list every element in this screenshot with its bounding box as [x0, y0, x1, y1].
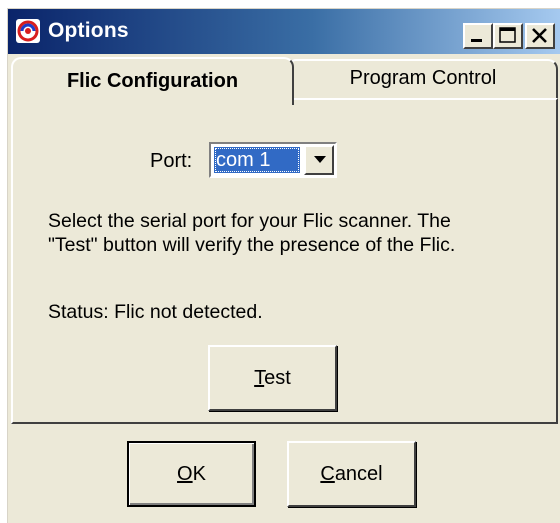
- port-description: Select the serial port for your Flic sca…: [48, 209, 548, 257]
- ok-button[interactable]: OK: [127, 441, 256, 507]
- maximize-icon: [499, 27, 516, 43]
- port-label: Port:: [150, 150, 193, 172]
- minimize-icon: [471, 39, 482, 42]
- options-dialog: Options Flic Configuration Program Contr…: [7, 8, 560, 523]
- button-label: ancel: [334, 463, 383, 485]
- app-swirl-icon: [16, 19, 40, 43]
- port-selected-value: com 1: [214, 147, 300, 173]
- button-label: K: [192, 463, 206, 485]
- cancel-button[interactable]: Cancel: [287, 441, 416, 507]
- tab-program-control[interactable]: Program Control: [288, 59, 558, 99]
- tab-label: Program Control: [349, 67, 497, 89]
- status-text: Status: Flic not detected.: [48, 301, 263, 323]
- close-icon: [532, 28, 547, 43]
- description-line: Select the serial port for your Flic sca…: [48, 210, 451, 232]
- maximize-button[interactable]: [493, 23, 523, 49]
- accelerator-key: C: [320, 463, 335, 485]
- description-line: "Test" button will verify the presence o…: [48, 234, 456, 256]
- tab-label: Flic Configuration: [66, 70, 239, 92]
- button-label: est: [264, 367, 291, 389]
- accelerator-key: T: [254, 367, 265, 389]
- test-button[interactable]: Test: [208, 345, 337, 411]
- port-select[interactable]: com 1: [209, 142, 337, 178]
- chevron-down-icon: [314, 156, 326, 163]
- title-bar[interactable]: Options: [8, 9, 560, 54]
- dropdown-button[interactable]: [304, 145, 334, 175]
- accelerator-key: O: [177, 463, 193, 485]
- close-button[interactable]: [525, 23, 555, 49]
- minimize-button[interactable]: [463, 23, 493, 49]
- window-title: Options: [48, 19, 129, 42]
- tab-flic-configuration[interactable]: Flic Configuration: [11, 57, 294, 105]
